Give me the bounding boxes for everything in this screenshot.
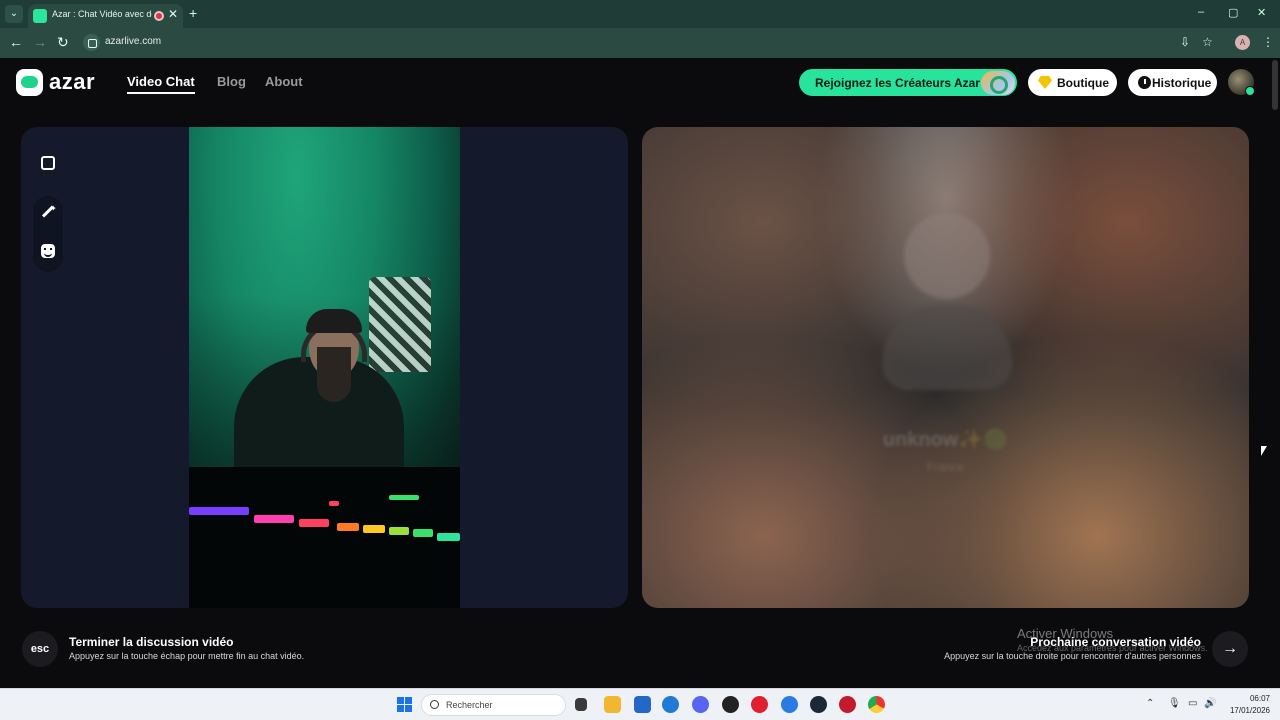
minimize-video-button[interactable] [33,148,63,178]
taskbar-time[interactable]: 06:07 [1226,694,1270,703]
app-icon[interactable] [722,696,739,713]
tab-close-icon[interactable]: ✕ [168,7,178,21]
next-chat-title: Prochaine conversation vidéo [1030,635,1201,649]
network-icon[interactable]: ▭ [1188,698,1197,709]
end-chat-hint: Appuyez sur la touche échap pour mettre … [69,651,305,661]
end-chat-button[interactable]: esc [22,631,58,667]
windows-start-icon[interactable] [397,697,412,712]
nav-about[interactable]: About [265,74,303,89]
mouse-cursor-icon [1261,446,1267,456]
remote-video-panel: unknow✨🟢 France [642,127,1249,608]
browser-tab[interactable]: Azar : Chat Vidéo avec de n ✕ [28,4,183,28]
rgb-keyboard-image [189,475,460,545]
store-icon[interactable] [634,696,651,713]
recording-indicator-icon [154,11,164,21]
outlook-icon[interactable] [662,696,679,713]
taskbar-date[interactable]: 17/01/2026 [1220,706,1270,715]
azar-page: azar Video Chat Blog About Rejoignez les… [0,58,1280,688]
minimize-button[interactable]: – [1198,6,1204,18]
local-video-panel: ✦ [21,127,628,608]
address-bar: ← → ↻ azarlive.com ⇩ ☆ A ⋮ [0,28,1280,58]
azar-logo-text[interactable]: azar [49,69,95,95]
search-icon [430,700,439,709]
join-creators-label: Rejoignez les Créateurs Azar [815,76,980,90]
remote-user-name: unknow✨🟢 [882,429,1009,451]
jersey-image [369,277,431,372]
window-close-button[interactable]: ✕ [1257,6,1266,19]
microphone-icon[interactable]: 🎙 [1168,698,1181,709]
gem-icon [1038,76,1052,89]
restore-button[interactable]: ▢ [1228,6,1238,19]
windows-taskbar: Rechercher ⌃ 🎙 ▭ 🔊 06:07 17/01/2026 [0,688,1280,720]
history-label: Historique [1152,76,1212,90]
browser-profile-avatar[interactable]: A [1235,35,1250,50]
search-placeholder: Rechercher [446,700,493,710]
url-field[interactable]: azarlive.com [105,36,161,47]
collapse-icon [41,156,55,170]
next-chat-button[interactable]: → [1212,631,1248,667]
shop-button[interactable]: Boutique [1028,69,1117,96]
end-chat-title: Terminer la discussion vidéo [69,635,234,649]
chevron-up-icon[interactable]: ⌃ [1146,698,1154,709]
nav-video-chat[interactable]: Video Chat [127,74,195,89]
forward-button[interactable]: → [33,34,47,50]
reload-button[interactable]: ↻ [57,34,69,51]
file-explorer-icon[interactable] [604,696,621,713]
nav-blog[interactable]: Blog [217,74,246,89]
task-view-icon[interactable] [575,698,587,711]
remote-user-location: France [926,460,965,474]
clock-icon [1138,76,1151,89]
local-camera-feed [189,127,460,608]
azar-favicon-icon [33,9,47,23]
app-red-icon[interactable] [839,696,856,713]
new-tab-button[interactable]: + [189,5,197,21]
steam-icon[interactable] [810,696,827,713]
chrome-icon[interactable] [868,696,885,713]
remote-placeholder-body [882,305,1012,390]
face-filter-icon[interactable] [41,244,55,258]
app-blue-icon[interactable] [781,696,798,713]
taskbar-search[interactable]: Rechercher [421,694,566,716]
remote-placeholder-head [904,213,990,299]
history-button[interactable]: Historique [1128,69,1217,96]
effects-toolbar: ✦ [33,196,63,272]
tab-title: Azar : Chat Vidéo avec de n [52,9,152,19]
shop-label: Boutique [1057,76,1109,90]
discord-icon[interactable] [692,696,709,713]
back-button[interactable]: ← [9,34,23,50]
install-app-icon[interactable]: ⇩ [1180,35,1190,49]
browser-menu-icon[interactable]: ⋮ [1262,35,1274,49]
azar-logo-icon[interactable] [16,69,43,96]
browser-tab-strip: ⌄ Azar : Chat Vidéo avec de n ✕ + – ▢ ✕ [0,0,1280,28]
tab-search-button[interactable]: ⌄ [5,5,23,23]
creators-badge-icon [981,71,1015,95]
page-scrollbar[interactable] [1272,60,1278,680]
speaker-icon[interactable]: 🔊 [1204,698,1216,709]
bookmark-star-icon[interactable]: ☆ [1202,35,1213,49]
next-chat-hint: Appuyez sur la touche droite pour rencon… [944,651,1201,661]
online-status-icon [1245,86,1255,96]
opera-icon[interactable] [751,696,768,713]
nav-active-underline [127,92,195,94]
site-info-icon[interactable] [83,34,100,51]
join-creators-button[interactable]: Rejoignez les Créateurs Azar [799,69,1017,96]
